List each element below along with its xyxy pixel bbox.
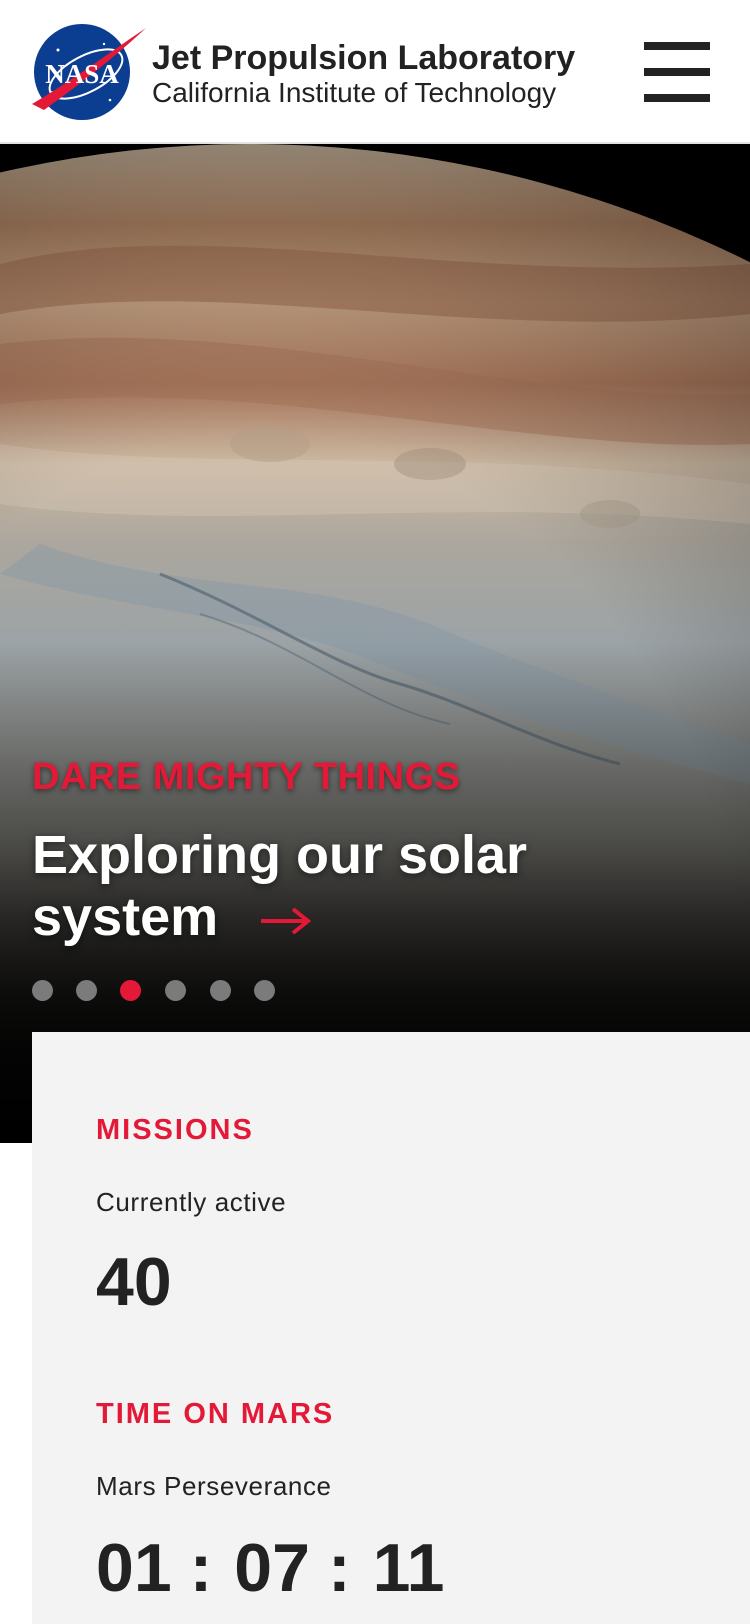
site-title: Jet Propulsion Laboratory — [152, 39, 576, 77]
mars-time-seconds: 11 — [372, 1530, 445, 1606]
hero-carousel: DARE MIGHTY THINGS Exploring our solar s… — [0, 144, 750, 1143]
hero-gradient-overlay — [0, 144, 750, 1143]
carousel-dot-5[interactable] — [210, 980, 231, 1001]
mars-time-hours: 01 — [96, 1530, 172, 1606]
carousel-dot-3[interactable] — [120, 980, 141, 1001]
mars-time-minutes: 07 — [234, 1530, 310, 1606]
brand-block[interactable]: Jet Propulsion Laboratory California Ins… — [152, 38, 575, 108]
missions-sublabel: Currently active — [96, 1187, 287, 1217]
time-separator: : — [327, 1530, 351, 1606]
carousel-dot-2[interactable] — [76, 980, 97, 1001]
stats-panel: MISSIONS Currently active 40 TIME ON MAR… — [32, 1032, 750, 1624]
mars-time-counter: 01 : 07 : 11 — [96, 1532, 444, 1604]
missions-label: MISSIONS — [96, 1114, 254, 1146]
mars-time-label: TIME ON MARS — [96, 1398, 335, 1430]
time-separator: : — [189, 1530, 213, 1606]
mars-time-sublabel: Mars Perseverance — [96, 1471, 332, 1501]
arrow-right-icon — [261, 907, 312, 935]
site-subtitle: California Institute of Technology — [152, 77, 557, 108]
missions-count: 40 — [96, 1244, 172, 1320]
carousel-dot-4[interactable] — [165, 980, 186, 1001]
hero-eyebrow: DARE MIGHTY THINGS — [32, 756, 461, 798]
hero-headline-link[interactable]: Exploring our solar system — [32, 824, 632, 948]
carousel-dot-6[interactable] — [254, 980, 275, 1001]
site-header: NASA Jet Propulsion Laboratory Californi… — [0, 0, 750, 144]
nasa-logo[interactable]: NASA — [30, 22, 148, 122]
svg-text:NASA: NASA — [45, 59, 119, 89]
hamburger-menu-icon[interactable] — [644, 42, 710, 102]
carousel-dot-1[interactable] — [32, 980, 53, 1001]
